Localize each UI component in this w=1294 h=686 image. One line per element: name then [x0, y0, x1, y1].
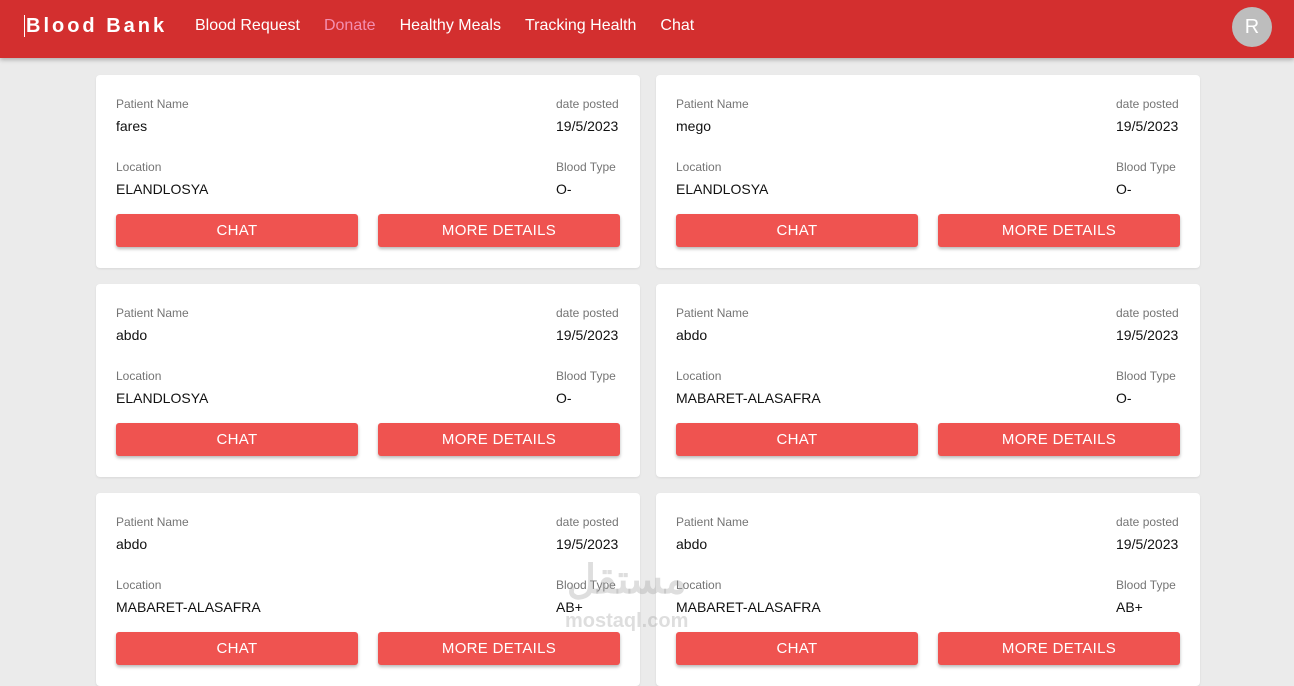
- chat-button[interactable]: CHAT: [116, 214, 358, 247]
- patient-name-label: Patient Name: [116, 97, 189, 111]
- more-details-button[interactable]: MORE DETAILS: [378, 423, 620, 456]
- chat-button[interactable]: CHAT: [116, 423, 358, 456]
- location-label: Location: [676, 578, 722, 592]
- blood-type-label: Blood Type: [556, 160, 616, 174]
- patient-name-label: Patient Name: [676, 97, 749, 111]
- location-label: Location: [116, 369, 162, 383]
- blood-type-value: AB+: [1116, 599, 1143, 615]
- patient-name-label: Patient Name: [676, 515, 749, 529]
- more-details-button[interactable]: MORE DETAILS: [938, 214, 1180, 247]
- nav-healthy-meals[interactable]: Healthy Meals: [400, 16, 501, 36]
- blood-type-value: O-: [556, 390, 572, 406]
- patient-name-label: Patient Name: [116, 306, 189, 320]
- date-posted-label: date posted: [1116, 97, 1179, 111]
- date-posted-label: date posted: [556, 97, 619, 111]
- location-label: Location: [116, 578, 162, 592]
- blood-type-value: O-: [1116, 181, 1132, 197]
- request-card: Patient Name abdo date posted 19/5/2023 …: [96, 493, 640, 686]
- nav-tracking-health[interactable]: Tracking Health: [525, 16, 636, 36]
- location-label: Location: [116, 160, 162, 174]
- location-value: MABARET-ALASAFRA: [676, 599, 821, 615]
- nav-blood-request[interactable]: Blood Request: [195, 16, 300, 36]
- chat-button[interactable]: CHAT: [676, 632, 918, 665]
- location-label: Location: [676, 369, 722, 383]
- request-card: Patient Name abdo date posted 19/5/2023 …: [656, 284, 1200, 477]
- more-details-button[interactable]: MORE DETAILS: [378, 214, 620, 247]
- blood-type-label: Blood Type: [1116, 369, 1176, 383]
- location-value: ELANDLOSYA: [116, 390, 209, 406]
- date-posted-value: 19/5/2023: [556, 536, 619, 552]
- blood-type-value: O-: [1116, 390, 1132, 406]
- blood-type-label: Blood Type: [556, 369, 616, 383]
- location-label: Location: [676, 160, 722, 174]
- patient-name-label: Patient Name: [116, 515, 189, 529]
- date-posted-value: 19/5/2023: [1116, 118, 1179, 134]
- request-card: Patient Name abdo date posted 19/5/2023 …: [656, 493, 1200, 686]
- location-value: MABARET-ALASAFRA: [116, 599, 261, 615]
- blood-type-label: Blood Type: [556, 578, 616, 592]
- location-value: MABARET-ALASAFRA: [676, 390, 821, 406]
- main-nav: Blood Request Donate Healthy Meals Track…: [195, 16, 718, 36]
- date-posted-label: date posted: [1116, 515, 1179, 529]
- date-posted-label: date posted: [556, 306, 619, 320]
- date-posted-value: 19/5/2023: [556, 118, 619, 134]
- request-card: Patient Name fares date posted 19/5/2023…: [96, 75, 640, 268]
- patient-name-value: abdo: [116, 536, 148, 552]
- top-app-bar: Blood Bank Blood Request Donate Healthy …: [0, 0, 1294, 58]
- request-card: Patient Name mego date posted 19/5/2023 …: [656, 75, 1200, 268]
- request-card: Patient Name abdo date posted 19/5/2023 …: [96, 284, 640, 477]
- date-posted-value: 19/5/2023: [556, 327, 619, 343]
- request-card-grid: Patient Name fares date posted 19/5/2023…: [96, 75, 1200, 686]
- patient-name-value: abdo: [676, 536, 708, 552]
- date-posted-label: date posted: [1116, 306, 1179, 320]
- patient-name-value: abdo: [676, 327, 708, 343]
- blood-type-label: Blood Type: [1116, 578, 1176, 592]
- blood-type-value: O-: [556, 181, 572, 197]
- nav-chat[interactable]: Chat: [660, 16, 694, 36]
- patient-name-value: abdo: [116, 327, 148, 343]
- nav-donate[interactable]: Donate: [324, 16, 376, 36]
- chat-button[interactable]: CHAT: [116, 632, 358, 665]
- user-avatar[interactable]: R: [1232, 7, 1272, 47]
- patient-name-value: mego: [676, 118, 712, 134]
- location-value: ELANDLOSYA: [116, 181, 209, 197]
- chat-button[interactable]: CHAT: [676, 423, 918, 456]
- more-details-button[interactable]: MORE DETAILS: [938, 423, 1180, 456]
- chat-button[interactable]: CHAT: [676, 214, 918, 247]
- date-posted-value: 19/5/2023: [1116, 536, 1179, 552]
- patient-name-value: fares: [116, 118, 148, 134]
- blood-type-value: AB+: [556, 599, 583, 615]
- brand-logo[interactable]: Blood Bank: [24, 15, 167, 37]
- location-value: ELANDLOSYA: [676, 181, 769, 197]
- date-posted-label: date posted: [556, 515, 619, 529]
- more-details-button[interactable]: MORE DETAILS: [938, 632, 1180, 665]
- patient-name-label: Patient Name: [676, 306, 749, 320]
- date-posted-value: 19/5/2023: [1116, 327, 1179, 343]
- blood-type-label: Blood Type: [1116, 160, 1176, 174]
- more-details-button[interactable]: MORE DETAILS: [378, 632, 620, 665]
